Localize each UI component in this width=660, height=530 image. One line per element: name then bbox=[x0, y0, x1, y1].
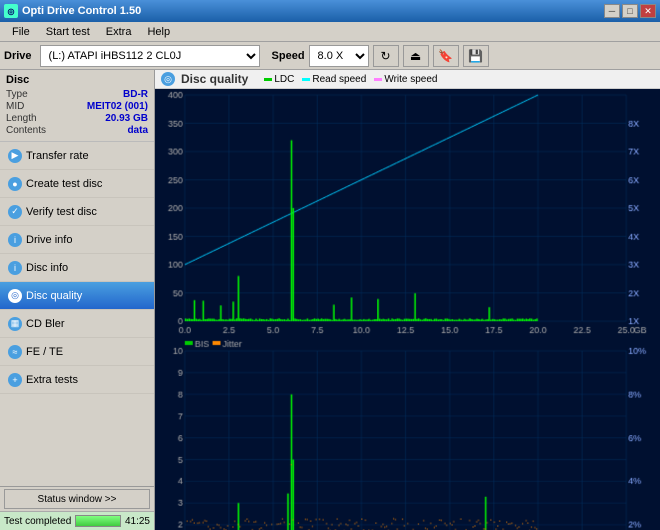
menu-file[interactable]: File bbox=[4, 24, 38, 40]
speed-label: Speed bbox=[272, 50, 305, 62]
nav-disc-info[interactable]: i Disc info bbox=[0, 254, 154, 282]
content-area: ◎ Disc quality LDC Read speed Write spee… bbox=[155, 70, 660, 530]
write-color-dot bbox=[374, 78, 382, 81]
app-title: Opti Drive Control 1.50 bbox=[22, 5, 604, 17]
legend-ldc: LDC bbox=[264, 74, 294, 85]
minimize-button[interactable]: ─ bbox=[604, 4, 620, 18]
nav-disc-quality-label: Disc quality bbox=[26, 290, 82, 302]
disc-length-val: 20.93 GB bbox=[105, 113, 148, 124]
disc-contents-row: Contents data bbox=[6, 125, 148, 136]
disc-type-row: Type BD-R bbox=[6, 89, 148, 100]
legend-read: Read speed bbox=[302, 74, 366, 85]
charts-container bbox=[155, 89, 660, 530]
fe-te-icon: ≈ bbox=[8, 345, 22, 359]
progress-bar bbox=[75, 515, 121, 527]
nav-verify-test-label: Verify test disc bbox=[26, 206, 97, 218]
disc-mid-row: MID MEIT02 (001) bbox=[6, 101, 148, 112]
nav-transfer-rate[interactable]: ▶ Transfer rate bbox=[0, 142, 154, 170]
status-window-button[interactable]: Status window >> bbox=[4, 489, 150, 509]
menu-help[interactable]: Help bbox=[139, 24, 178, 40]
verify-test-icon: ✓ bbox=[8, 205, 22, 219]
disc-info-section: Disc Type BD-R MID MEIT02 (001) Length 2… bbox=[0, 70, 154, 142]
status-completed-bar: Test completed 41:25 bbox=[0, 511, 154, 530]
menu-start-test[interactable]: Start test bbox=[38, 24, 98, 40]
refresh-button[interactable]: ↻ bbox=[373, 45, 399, 67]
disc-quality-header: ◎ Disc quality LDC Read speed Write spee… bbox=[155, 70, 660, 89]
disc-mid-val: MEIT02 (001) bbox=[87, 101, 148, 112]
nav-disc-info-label: Disc info bbox=[26, 262, 68, 274]
disc-quality-title: Disc quality bbox=[181, 72, 248, 86]
time-label: 41:25 bbox=[125, 516, 150, 527]
nav-fe-te[interactable]: ≈ FE / TE bbox=[0, 338, 154, 366]
completed-label: Test completed bbox=[4, 516, 71, 527]
app-icon: ◎ bbox=[4, 4, 18, 18]
drive-label: Drive bbox=[4, 50, 32, 62]
drive-bar: Drive (L:) ATAPI iHBS112 2 CL0J Speed 8.… bbox=[0, 42, 660, 70]
title-bar: ◎ Opti Drive Control 1.50 ─ □ ✕ bbox=[0, 0, 660, 22]
nav-drive-info-label: Drive info bbox=[26, 234, 72, 246]
save-button[interactable]: 💾 bbox=[463, 45, 489, 67]
window-controls: ─ □ ✕ bbox=[604, 4, 656, 18]
sidebar-status-bar: Status window >> Test completed 41:25 bbox=[0, 486, 154, 530]
disc-contents-val: data bbox=[127, 125, 148, 136]
nav-cd-bler[interactable]: ▦ CD Bler bbox=[0, 310, 154, 338]
transfer-rate-icon: ▶ bbox=[8, 149, 22, 163]
nav-create-test-label: Create test disc bbox=[26, 178, 102, 190]
nav-create-test-disc[interactable]: ● Create test disc bbox=[0, 170, 154, 198]
drive-select[interactable]: (L:) ATAPI iHBS112 2 CL0J bbox=[40, 45, 260, 67]
disc-length-key: Length bbox=[6, 113, 37, 124]
nav-fe-te-label: FE / TE bbox=[26, 346, 63, 358]
legend-read-label: Read speed bbox=[312, 74, 366, 85]
disc-contents-key: Contents bbox=[6, 125, 46, 136]
extra-tests-icon: + bbox=[8, 373, 22, 387]
bookmark-button[interactable]: 🔖 bbox=[433, 45, 459, 67]
menu-bar: File Start test Extra Help bbox=[0, 22, 660, 42]
disc-quality-header-icon: ◎ bbox=[161, 72, 175, 86]
nav-transfer-rate-label: Transfer rate bbox=[26, 150, 89, 162]
lower-chart bbox=[157, 339, 658, 530]
nav-extra-tests-label: Extra tests bbox=[26, 374, 78, 386]
eject-button[interactable]: ⏏ bbox=[403, 45, 429, 67]
close-button[interactable]: ✕ bbox=[640, 4, 656, 18]
sidebar: Disc Type BD-R MID MEIT02 (001) Length 2… bbox=[0, 70, 155, 530]
upper-chart bbox=[157, 91, 658, 339]
nav-drive-info[interactable]: i Drive info bbox=[0, 226, 154, 254]
cd-bler-icon: ▦ bbox=[8, 317, 22, 331]
progress-fill bbox=[76, 516, 120, 526]
legend-write-label: Write speed bbox=[384, 74, 437, 85]
nav-cd-bler-label: CD Bler bbox=[26, 318, 65, 330]
maximize-button[interactable]: □ bbox=[622, 4, 638, 18]
drive-info-icon: i bbox=[8, 233, 22, 247]
disc-quality-icon: ◎ bbox=[8, 289, 22, 303]
nav-verify-test-disc[interactable]: ✓ Verify test disc bbox=[0, 198, 154, 226]
speed-select[interactable]: 8.0 X bbox=[309, 45, 369, 67]
chart-legend-upper: LDC Read speed Write speed bbox=[264, 74, 437, 85]
legend-ldc-label: LDC bbox=[274, 74, 294, 85]
create-test-icon: ● bbox=[8, 177, 22, 191]
ldc-color-dot bbox=[264, 78, 272, 81]
nav-items: ▶ Transfer rate ● Create test disc ✓ Ver… bbox=[0, 142, 154, 486]
disc-type-val: BD-R bbox=[123, 89, 148, 100]
read-color-dot bbox=[302, 78, 310, 81]
legend-write: Write speed bbox=[374, 74, 437, 85]
menu-extra[interactable]: Extra bbox=[98, 24, 140, 40]
disc-type-key: Type bbox=[6, 89, 28, 100]
nav-extra-tests[interactable]: + Extra tests bbox=[0, 366, 154, 394]
nav-disc-quality[interactable]: ◎ Disc quality bbox=[0, 282, 154, 310]
disc-mid-key: MID bbox=[6, 101, 24, 112]
disc-length-row: Length 20.93 GB bbox=[6, 113, 148, 124]
main-layout: Disc Type BD-R MID MEIT02 (001) Length 2… bbox=[0, 70, 660, 530]
disc-section-title: Disc bbox=[6, 74, 148, 86]
disc-info-icon: i bbox=[8, 261, 22, 275]
